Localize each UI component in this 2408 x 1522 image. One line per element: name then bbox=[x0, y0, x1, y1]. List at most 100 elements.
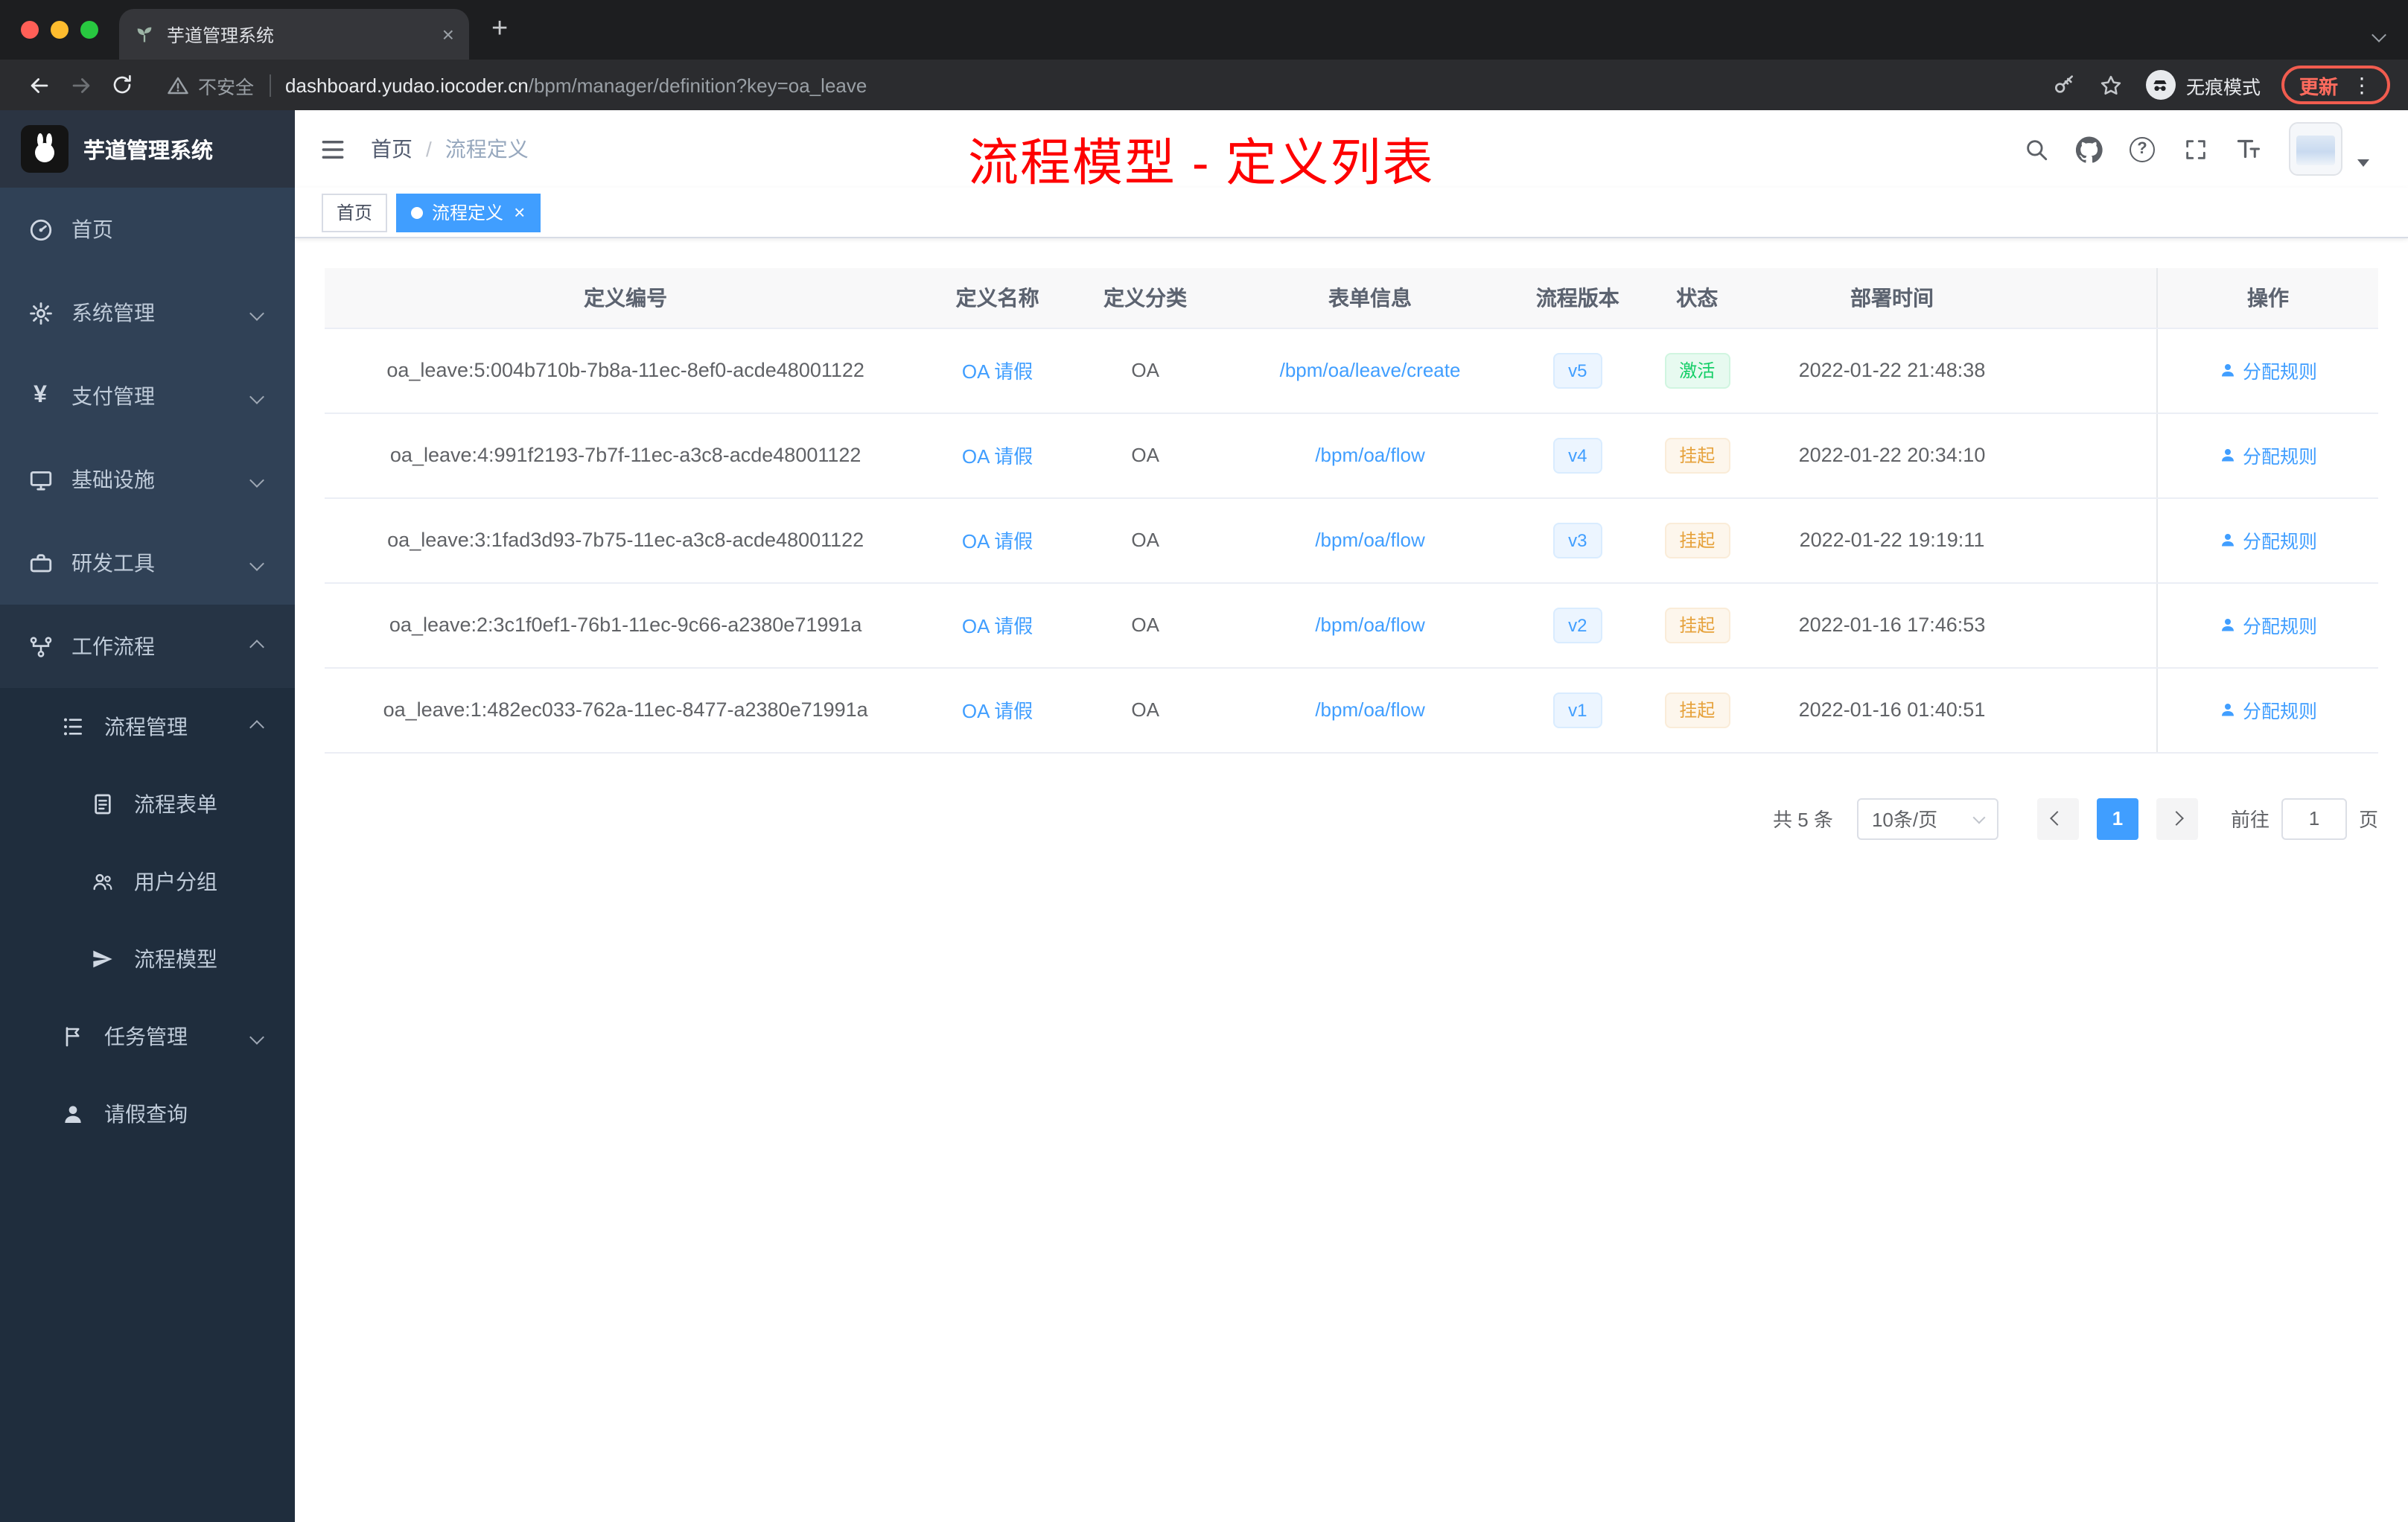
version-badge: v2 bbox=[1553, 607, 1602, 643]
definition-id: oa_leave:3:1fad3d93-7b75-11ec-a3c8-acde4… bbox=[325, 497, 927, 583]
page-size-value: 10条/页 bbox=[1871, 809, 1938, 831]
next-page-button[interactable] bbox=[2156, 797, 2198, 839]
gear-icon bbox=[27, 299, 54, 326]
tag-home[interactable]: 首页 bbox=[322, 193, 388, 232]
tag-label: 流程定义 bbox=[432, 203, 504, 223]
version-badge: v1 bbox=[1553, 692, 1602, 727]
sidebar-item-label: 支付管理 bbox=[71, 384, 155, 408]
browser-menu-icon[interactable]: ⋮ bbox=[2351, 74, 2372, 95]
page-size-select[interactable]: 10条/页 bbox=[1856, 797, 1998, 839]
table-row: oa_leave:3:1fad3d93-7b75-11ec-a3c8-acde4… bbox=[325, 497, 2378, 583]
assign-rule-link[interactable]: 分配规则 bbox=[2219, 356, 2317, 384]
goto-label: 前往 bbox=[2230, 809, 2270, 831]
definition-category: OA bbox=[1068, 413, 1223, 498]
window-close-button[interactable] bbox=[21, 21, 39, 39]
new-tab-button[interactable]: + bbox=[491, 15, 508, 43]
caret-down-icon[interactable] bbox=[2357, 159, 2369, 167]
table-row: oa_leave:4:991f2193-7b7f-11ec-a3c8-acde4… bbox=[325, 413, 2378, 498]
assign-rule-link[interactable]: 分配规则 bbox=[2219, 526, 2317, 554]
window-zoom-button[interactable] bbox=[80, 21, 98, 39]
definition-name-link[interactable]: OA 请假 bbox=[962, 530, 1033, 553]
sidebar-item-label: 请假查询 bbox=[104, 1102, 188, 1126]
page-1-button[interactable]: 1 bbox=[2096, 797, 2138, 839]
flag-icon bbox=[60, 1023, 86, 1050]
reload-button[interactable] bbox=[101, 64, 143, 106]
search-icon[interactable] bbox=[2022, 136, 2049, 162]
definition-name-link[interactable]: OA 请假 bbox=[962, 615, 1033, 637]
tab-search-icon[interactable] bbox=[2372, 21, 2386, 48]
assign-rule-link[interactable]: 分配规则 bbox=[2219, 441, 2317, 469]
definition-table: 定义编号 定义名称 定义分类 表单信息 流程版本 状态 部署时间 操作 oa_l… bbox=[325, 268, 2378, 753]
sidebar-item-leave-query[interactable]: 请假查询 bbox=[0, 1075, 295, 1153]
deploy-time: 2022-01-16 17:46:53 bbox=[1756, 582, 2028, 668]
font-size-icon[interactable] bbox=[2235, 136, 2262, 162]
col-header-category: 定义分类 bbox=[1068, 268, 1223, 328]
sidebar-item-system[interactable]: 系统管理 bbox=[0, 271, 295, 354]
assign-rule-link[interactable]: 分配规则 bbox=[2219, 611, 2317, 639]
tab-close-icon[interactable]: × bbox=[442, 24, 454, 45]
sidebar-item-payment[interactable]: ¥ 支付管理 bbox=[0, 354, 295, 438]
logo-image bbox=[21, 125, 69, 173]
sidebar-logo[interactable]: 芋道管理系统 bbox=[0, 110, 295, 188]
key-icon[interactable] bbox=[2051, 71, 2077, 98]
sidebar-item-label: 工作流程 bbox=[71, 634, 155, 658]
forward-button[interactable] bbox=[60, 64, 101, 106]
definition-name-link[interactable]: OA 请假 bbox=[962, 360, 1033, 383]
definition-id: oa_leave:1:482ec033-762a-11ec-8477-a2380… bbox=[325, 667, 927, 753]
sidebar-item-home[interactable]: 首页 bbox=[0, 188, 295, 271]
security-indicator[interactable]: 不安全 bbox=[167, 71, 254, 99]
chevron-down-icon bbox=[249, 1029, 264, 1044]
tag-process-definition[interactable]: 流程定义 × bbox=[396, 193, 541, 232]
sidebar-item-devtools[interactable]: 研发工具 bbox=[0, 521, 295, 605]
security-label: 不安全 bbox=[198, 77, 255, 98]
bookmark-star-icon[interactable] bbox=[2098, 71, 2125, 98]
chevron-up-icon bbox=[249, 719, 264, 734]
chevron-down-icon bbox=[1972, 810, 1986, 824]
window-minimize-button[interactable] bbox=[51, 21, 69, 39]
browser-tab[interactable]: 芋道管理系统 × bbox=[119, 9, 469, 60]
sidebar-item-process-model[interactable]: 流程模型 bbox=[0, 920, 295, 998]
back-button[interactable] bbox=[18, 64, 60, 106]
breadcrumb-separator: / bbox=[426, 137, 432, 161]
definition-name-link[interactable]: OA 请假 bbox=[962, 700, 1033, 722]
screen: 芋道管理系统 × + 不安全 dashboard.yudao.iocoder.c… bbox=[0, 0, 2408, 1522]
update-label: 更新 bbox=[2299, 75, 2338, 98]
avatar[interactable] bbox=[2289, 122, 2342, 176]
definition-name-link[interactable]: OA 请假 bbox=[962, 445, 1033, 468]
assign-rule-link[interactable]: 分配规则 bbox=[2219, 695, 2317, 724]
github-icon[interactable] bbox=[2076, 136, 2103, 162]
browser-update-chip[interactable]: 更新 ⋮ bbox=[2281, 66, 2390, 104]
deploy-time: 2022-01-22 19:19:11 bbox=[1756, 497, 2028, 583]
sidebar-item-task-mgmt[interactable]: 任务管理 bbox=[0, 998, 295, 1075]
definition-category: OA bbox=[1068, 328, 1223, 413]
version-badge: v4 bbox=[1553, 437, 1602, 473]
prev-page-button[interactable] bbox=[2036, 797, 2079, 839]
breadcrumb-home[interactable]: 首页 bbox=[371, 134, 413, 164]
sidebar-item-user-group[interactable]: 用户分组 bbox=[0, 843, 295, 920]
goto-page-input[interactable] bbox=[2281, 797, 2347, 839]
chevron-down-icon bbox=[249, 472, 264, 487]
chevron-down-icon bbox=[249, 555, 264, 570]
page-content: 定义编号 定义名称 定义分类 表单信息 流程版本 状态 部署时间 操作 oa_l… bbox=[295, 238, 2408, 1522]
tag-close-icon[interactable]: × bbox=[514, 203, 525, 222]
sidebar-item-process-form[interactable]: 流程表单 bbox=[0, 765, 295, 843]
pagination-total: 共 5 条 bbox=[1773, 809, 1833, 831]
sidebar-item-workflow[interactable]: 工作流程 bbox=[0, 605, 295, 688]
sidebar: 芋道管理系统 首页 系统管理 ¥ 支付管理 基础设施 研发工具 工作流程 流程管… bbox=[0, 110, 295, 1522]
sidebar-item-infra[interactable]: 基础设施 bbox=[0, 438, 295, 521]
fullscreen-icon[interactable] bbox=[2182, 136, 2208, 162]
sidebar-item-process-mgmt[interactable]: 流程管理 bbox=[0, 688, 295, 765]
user-icon bbox=[2221, 363, 2234, 376]
form-link[interactable]: /bpm/oa/flow bbox=[1315, 444, 1424, 466]
form-link[interactable]: /bpm/oa/flow bbox=[1315, 698, 1424, 721]
help-icon[interactable]: ? bbox=[2130, 136, 2155, 162]
form-link[interactable]: /bpm/oa/leave/create bbox=[1280, 359, 1461, 381]
address-bar[interactable]: dashboard.yudao.iocoder.cn/bpm/manager/d… bbox=[285, 74, 867, 96]
definition-category: OA bbox=[1068, 497, 1223, 583]
status-badge: 挂起 bbox=[1664, 692, 1730, 727]
form-link[interactable]: /bpm/oa/flow bbox=[1315, 529, 1424, 551]
sidebar-item-label: 首页 bbox=[71, 217, 113, 241]
col-header-time: 部署时间 bbox=[1756, 268, 2028, 328]
form-link[interactable]: /bpm/oa/flow bbox=[1315, 614, 1424, 636]
hamburger-icon[interactable] bbox=[295, 135, 371, 163]
